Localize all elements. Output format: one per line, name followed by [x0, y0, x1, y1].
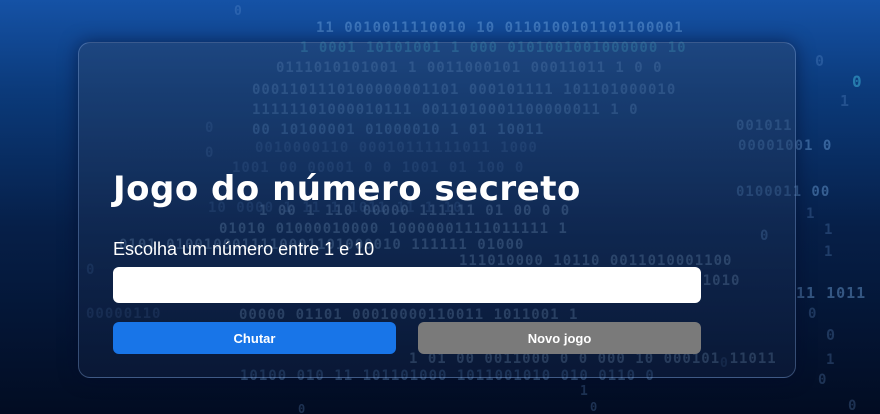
- guess-input[interactable]: [113, 267, 701, 303]
- game-card: 1 00 1 110 00000 111111 01 00 0 0 01010 …: [78, 42, 796, 378]
- page-title: Jogo do número secreto: [113, 169, 581, 209]
- new-game-button[interactable]: Novo jogo: [418, 322, 701, 354]
- guess-button[interactable]: Chutar: [113, 322, 396, 354]
- number-range-prompt: Escolha um número entre 1 e 10: [113, 239, 375, 259]
